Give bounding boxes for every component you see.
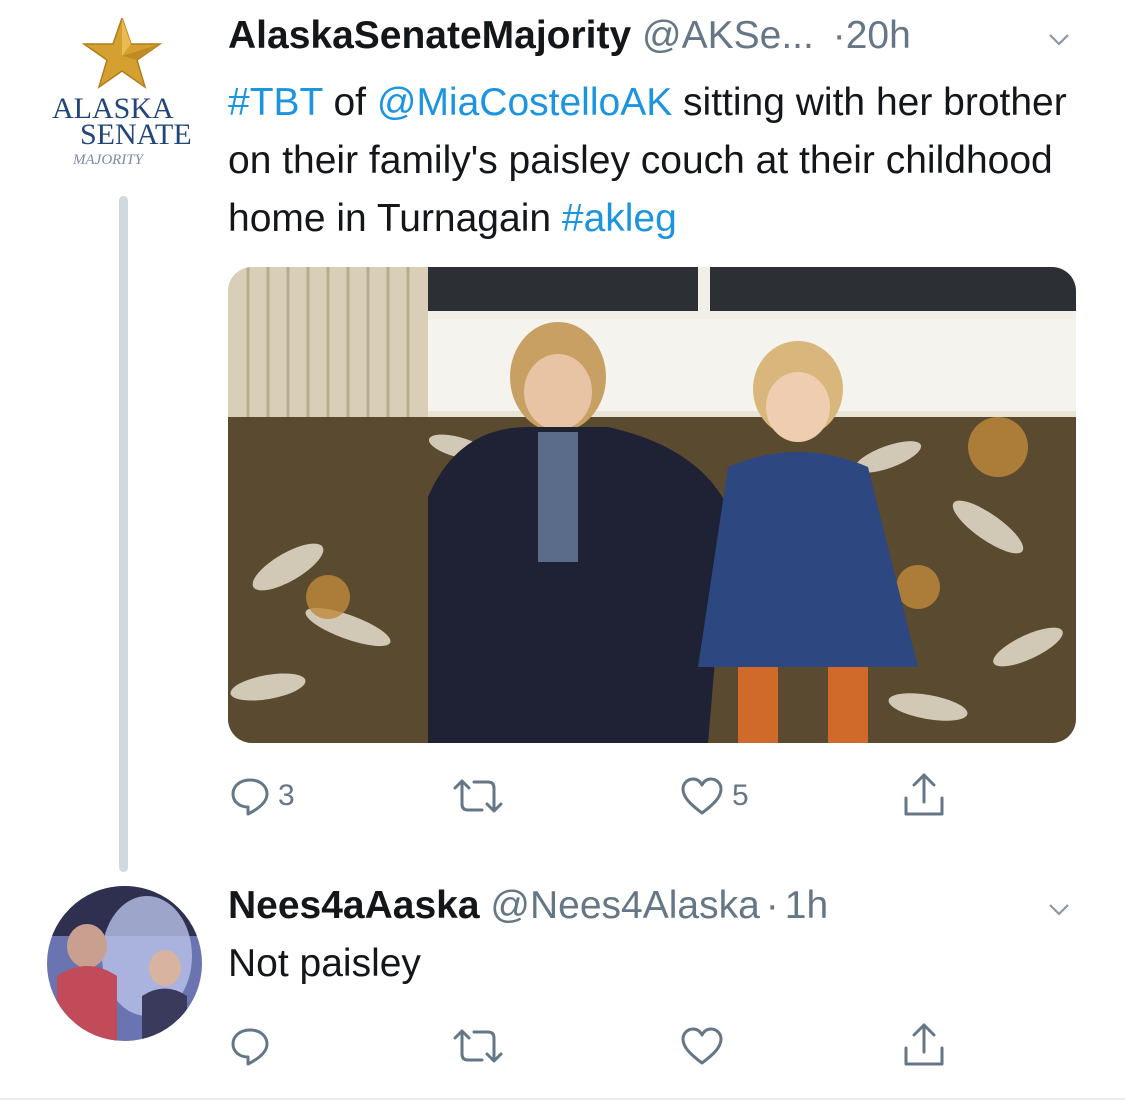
reply-reply-button[interactable] [230, 1026, 270, 1066]
heart-icon [681, 777, 723, 815]
logo-text-line2: SENATE [80, 118, 192, 151]
reply-author-name[interactable]: Nees4aAaska [228, 884, 480, 927]
separator-dot: · [765, 884, 779, 927]
share-button[interactable] [902, 772, 946, 818]
tweet-text: #TBT of @MiaCostelloAK sitting with her … [228, 74, 1088, 248]
retweet-icon [453, 779, 503, 813]
hashtag-tbt[interactable]: #TBT [228, 81, 323, 124]
reply-retweet-button[interactable] [452, 1026, 504, 1066]
tweet-header: AlaskaSenateMajority @AKSe... ·20h [228, 14, 911, 58]
reply-like-button[interactable] [680, 1026, 724, 1066]
reply-count: 3 [278, 779, 295, 812]
photo-image [228, 267, 1076, 743]
hashtag-akleg[interactable]: #akleg [562, 197, 677, 240]
reply-icon [231, 778, 269, 816]
reply-time[interactable]: 1h [785, 884, 828, 927]
share-icon [904, 773, 944, 816]
share-icon [904, 1023, 944, 1066]
reply-text: Not paisley [228, 942, 421, 985]
separator-dot: · [832, 14, 846, 57]
heart-icon [681, 1027, 723, 1065]
logo-text-line3: MAJORITY [73, 152, 143, 168]
reply-icon [231, 1028, 269, 1066]
avatar-nees4alaska[interactable] [47, 886, 202, 1041]
divider [0, 1098, 1125, 1100]
like-count: 5 [732, 779, 749, 812]
thread-connector-line [119, 196, 128, 872]
retweet-icon [453, 1029, 503, 1063]
tweet-time[interactable]: 20h [846, 14, 911, 57]
retweet-button[interactable] [452, 776, 504, 816]
chevron-down-icon[interactable] [1048, 28, 1070, 50]
author-handle[interactable]: @AKSe... [642, 14, 814, 57]
avatar-photo [47, 886, 202, 1041]
reply-author-handle[interactable]: @Nees4Alaska [490, 884, 759, 927]
mention-miacostelloak[interactable]: @MiaCostelloAK [377, 81, 672, 124]
chevron-down-icon[interactable] [1048, 898, 1070, 920]
reply-share-button[interactable] [902, 1022, 946, 1068]
like-button[interactable]: 5 [680, 776, 749, 816]
author-name[interactable]: AlaskaSenateMajority [228, 14, 631, 57]
reply-header: Nees4aAaska @Nees4Alaska · 1h [228, 884, 828, 928]
reply-button[interactable]: 3 [230, 776, 295, 816]
tweet-photo[interactable] [228, 267, 1076, 743]
tweet-text-part: of [322, 81, 377, 124]
